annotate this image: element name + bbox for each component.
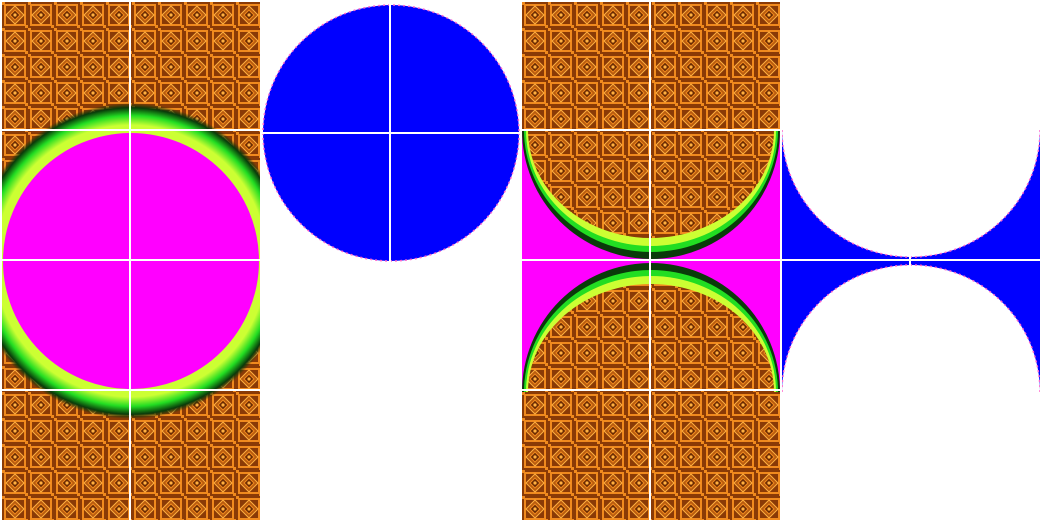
panel-magenta-hourglass	[522, 2, 780, 520]
panel-blue-circle	[262, 2, 520, 266]
panel-magenta-circle	[2, 2, 260, 520]
panel-magenta-hourglass-graphic	[522, 2, 780, 520]
panel-blue-hourglass-graphic	[782, 130, 1040, 392]
panel-blue-circle-graphic	[262, 2, 520, 266]
panel-magenta-circle-graphic	[2, 2, 260, 520]
panel-blue-hourglass	[782, 130, 1040, 392]
